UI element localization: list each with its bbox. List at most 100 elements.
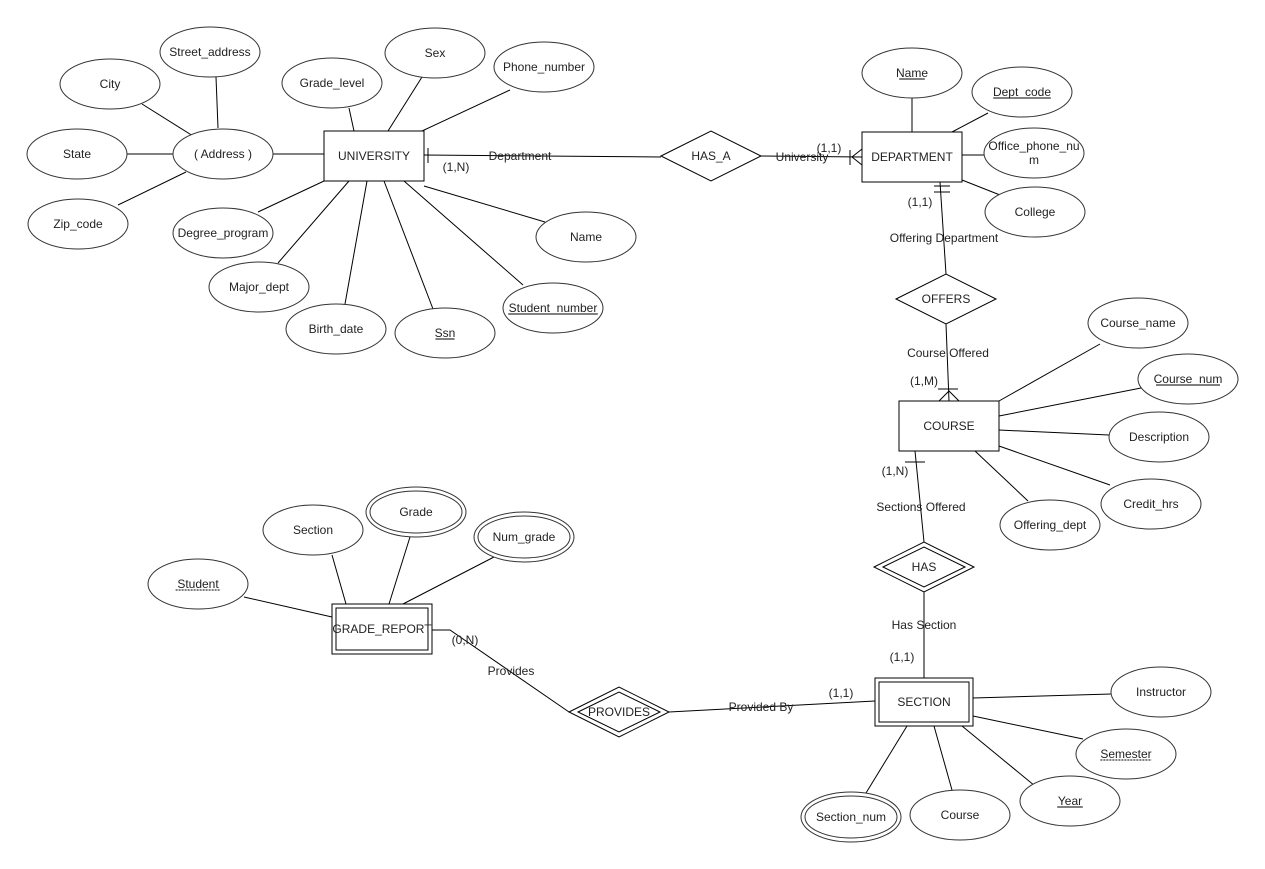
attribute-label: Description	[1129, 430, 1189, 444]
attribute-dept_name[interactable]: Name	[861, 47, 963, 99]
attribute-birth_date[interactable]: Birth_date	[285, 303, 387, 355]
attribute-edge	[348, 107, 355, 132]
attribute-edge	[974, 450, 1029, 502]
attribute-label: Student	[177, 577, 219, 591]
attribute-label: m	[1029, 153, 1039, 167]
attribute-edge	[933, 725, 953, 791]
attribute-label: Instructor	[1136, 685, 1186, 699]
nodes: UNIVERSITY DEPARTMENT COURSE SECTION GRADE_R…	[26, 26, 1239, 843]
attribute-degree_program[interactable]: Degree_program	[172, 207, 274, 259]
attribute-course_num[interactable]: Course_num	[1137, 353, 1239, 405]
entity-label: GRADE_REPORT	[332, 622, 432, 636]
relationship-provides[interactable]: PROVIDES	[567, 686, 671, 738]
attribute-grade[interactable]: Grade	[365, 486, 467, 538]
attribute-label: Grade	[399, 505, 433, 519]
attribute-label: Course	[941, 808, 980, 822]
attribute-label: Offering_dept	[1014, 518, 1087, 532]
entity-department[interactable]: DEPARTMENT	[861, 131, 963, 183]
cardinality-marker	[934, 185, 950, 193]
cardinality-label: (1,M)	[910, 374, 938, 388]
entity-label: UNIVERSITY	[338, 149, 410, 163]
attribute-ssn[interactable]: Ssn	[394, 307, 496, 359]
entity-label: COURSE	[923, 419, 974, 433]
role-label: Provided By	[729, 700, 794, 714]
relationship-has[interactable]: HAS	[872, 541, 976, 593]
attribute-section_num[interactable]: Section_num	[800, 791, 902, 843]
attribute-city[interactable]: City	[59, 58, 161, 110]
entity-course[interactable]: COURSE	[898, 400, 1000, 452]
entity-section[interactable]: SECTION	[874, 677, 974, 727]
attribute-label: Section	[293, 523, 333, 537]
relationship-label: HAS_A	[691, 149, 730, 163]
attribute-edge	[951, 112, 989, 133]
attribute-edge	[277, 180, 350, 264]
role-label: Offering Department	[890, 231, 999, 245]
attribute-edge	[331, 554, 347, 605]
attribute-num_grade[interactable]: Num_grade	[473, 511, 575, 563]
attribute-offering_dept[interactable]: Offering_dept	[999, 499, 1101, 551]
attribute-phone_number[interactable]: Phone_number	[493, 41, 595, 93]
relationship-label: PROVIDES	[588, 705, 650, 719]
attribute-label: Name	[896, 66, 928, 80]
attribute-label: Student_number	[509, 301, 598, 315]
attribute-sec_course[interactable]: Course	[909, 789, 1011, 841]
attribute-edge	[423, 185, 546, 223]
attribute-description[interactable]: Description	[1108, 411, 1210, 463]
attribute-credit_hrs[interactable]: Credit_hrs	[1100, 478, 1202, 530]
attribute-label: College	[1015, 205, 1056, 219]
attribute-state[interactable]: State	[26, 128, 128, 180]
attribute-dept_code[interactable]: Dept_code	[971, 66, 1073, 118]
attribute-major_dept[interactable]: Major_dept	[208, 261, 310, 313]
attribute-edge	[387, 76, 423, 132]
attribute-label: Course_num	[1154, 372, 1223, 386]
relationship-has_a[interactable]: HAS_A	[659, 130, 763, 182]
relationship-offers[interactable]: OFFERS	[894, 273, 998, 325]
attribute-grade_level[interactable]: Grade_level	[281, 57, 383, 109]
attribute-edge	[972, 693, 1112, 699]
cardinality-label: (0,N)	[452, 633, 479, 647]
attribute-edge	[961, 725, 1036, 787]
attribute-course_name[interactable]: Course_name	[1087, 297, 1189, 349]
attribute-address[interactable]: ( Address )	[172, 128, 274, 180]
entity-label: SECTION	[897, 695, 950, 709]
cardinality-label: (1,1)	[817, 141, 842, 155]
attribute-uni_name[interactable]: Name	[535, 211, 637, 263]
attribute-edge	[421, 89, 511, 132]
attribute-label: Major_dept	[229, 280, 290, 294]
attribute-label: Dept_code	[993, 85, 1051, 99]
entity-university[interactable]: UNIVERSITY	[323, 130, 425, 182]
attribute-instructor[interactable]: Instructor	[1110, 666, 1212, 718]
attribute-edge	[117, 171, 187, 206]
attribute-label: Birth_date	[309, 322, 364, 336]
attribute-semester[interactable]: Semester	[1075, 728, 1177, 780]
attribute-label: Degree_program	[178, 226, 269, 240]
attribute-label: Street_address	[169, 45, 250, 59]
attribute-label: Year	[1058, 794, 1082, 808]
attribute-label: State	[63, 147, 91, 161]
attribute-gr_section[interactable]: Section	[262, 504, 364, 556]
cardinality-label: (1,1)	[829, 686, 854, 700]
attribute-label: Office_phone_nu	[988, 139, 1079, 153]
relationship-edge-dept_offers	[939, 181, 947, 275]
attribute-edge	[998, 429, 1110, 436]
attribute-college[interactable]: College	[984, 186, 1086, 238]
attribute-label: Phone_number	[503, 60, 585, 74]
attribute-street_address[interactable]: Street_address	[159, 26, 261, 78]
attribute-label: Num_grade	[493, 530, 556, 544]
attribute-year[interactable]: Year	[1019, 775, 1121, 827]
attribute-edge	[998, 445, 1111, 486]
entity-grade_report[interactable]: GRADE_REPORT	[331, 603, 433, 655]
role-label: Department	[489, 149, 552, 163]
relationship-edge-course_has	[914, 450, 925, 543]
attribute-label: Ssn	[435, 326, 456, 340]
attribute-label: Section_num	[816, 810, 886, 824]
attribute-zip_code[interactable]: Zip_code	[27, 198, 129, 250]
attribute-student_number[interactable]: Student_number	[502, 282, 604, 334]
role-label: Has Section	[892, 618, 957, 632]
attribute-student[interactable]: Student	[147, 558, 249, 610]
relationship-label: OFFERS	[922, 292, 971, 306]
attribute-label: ( Address )	[194, 147, 252, 161]
attribute-office_phone[interactable]: Office_phone_num	[983, 127, 1085, 179]
attribute-label: City	[100, 77, 121, 91]
attribute-sex[interactable]: Sex	[384, 27, 486, 79]
